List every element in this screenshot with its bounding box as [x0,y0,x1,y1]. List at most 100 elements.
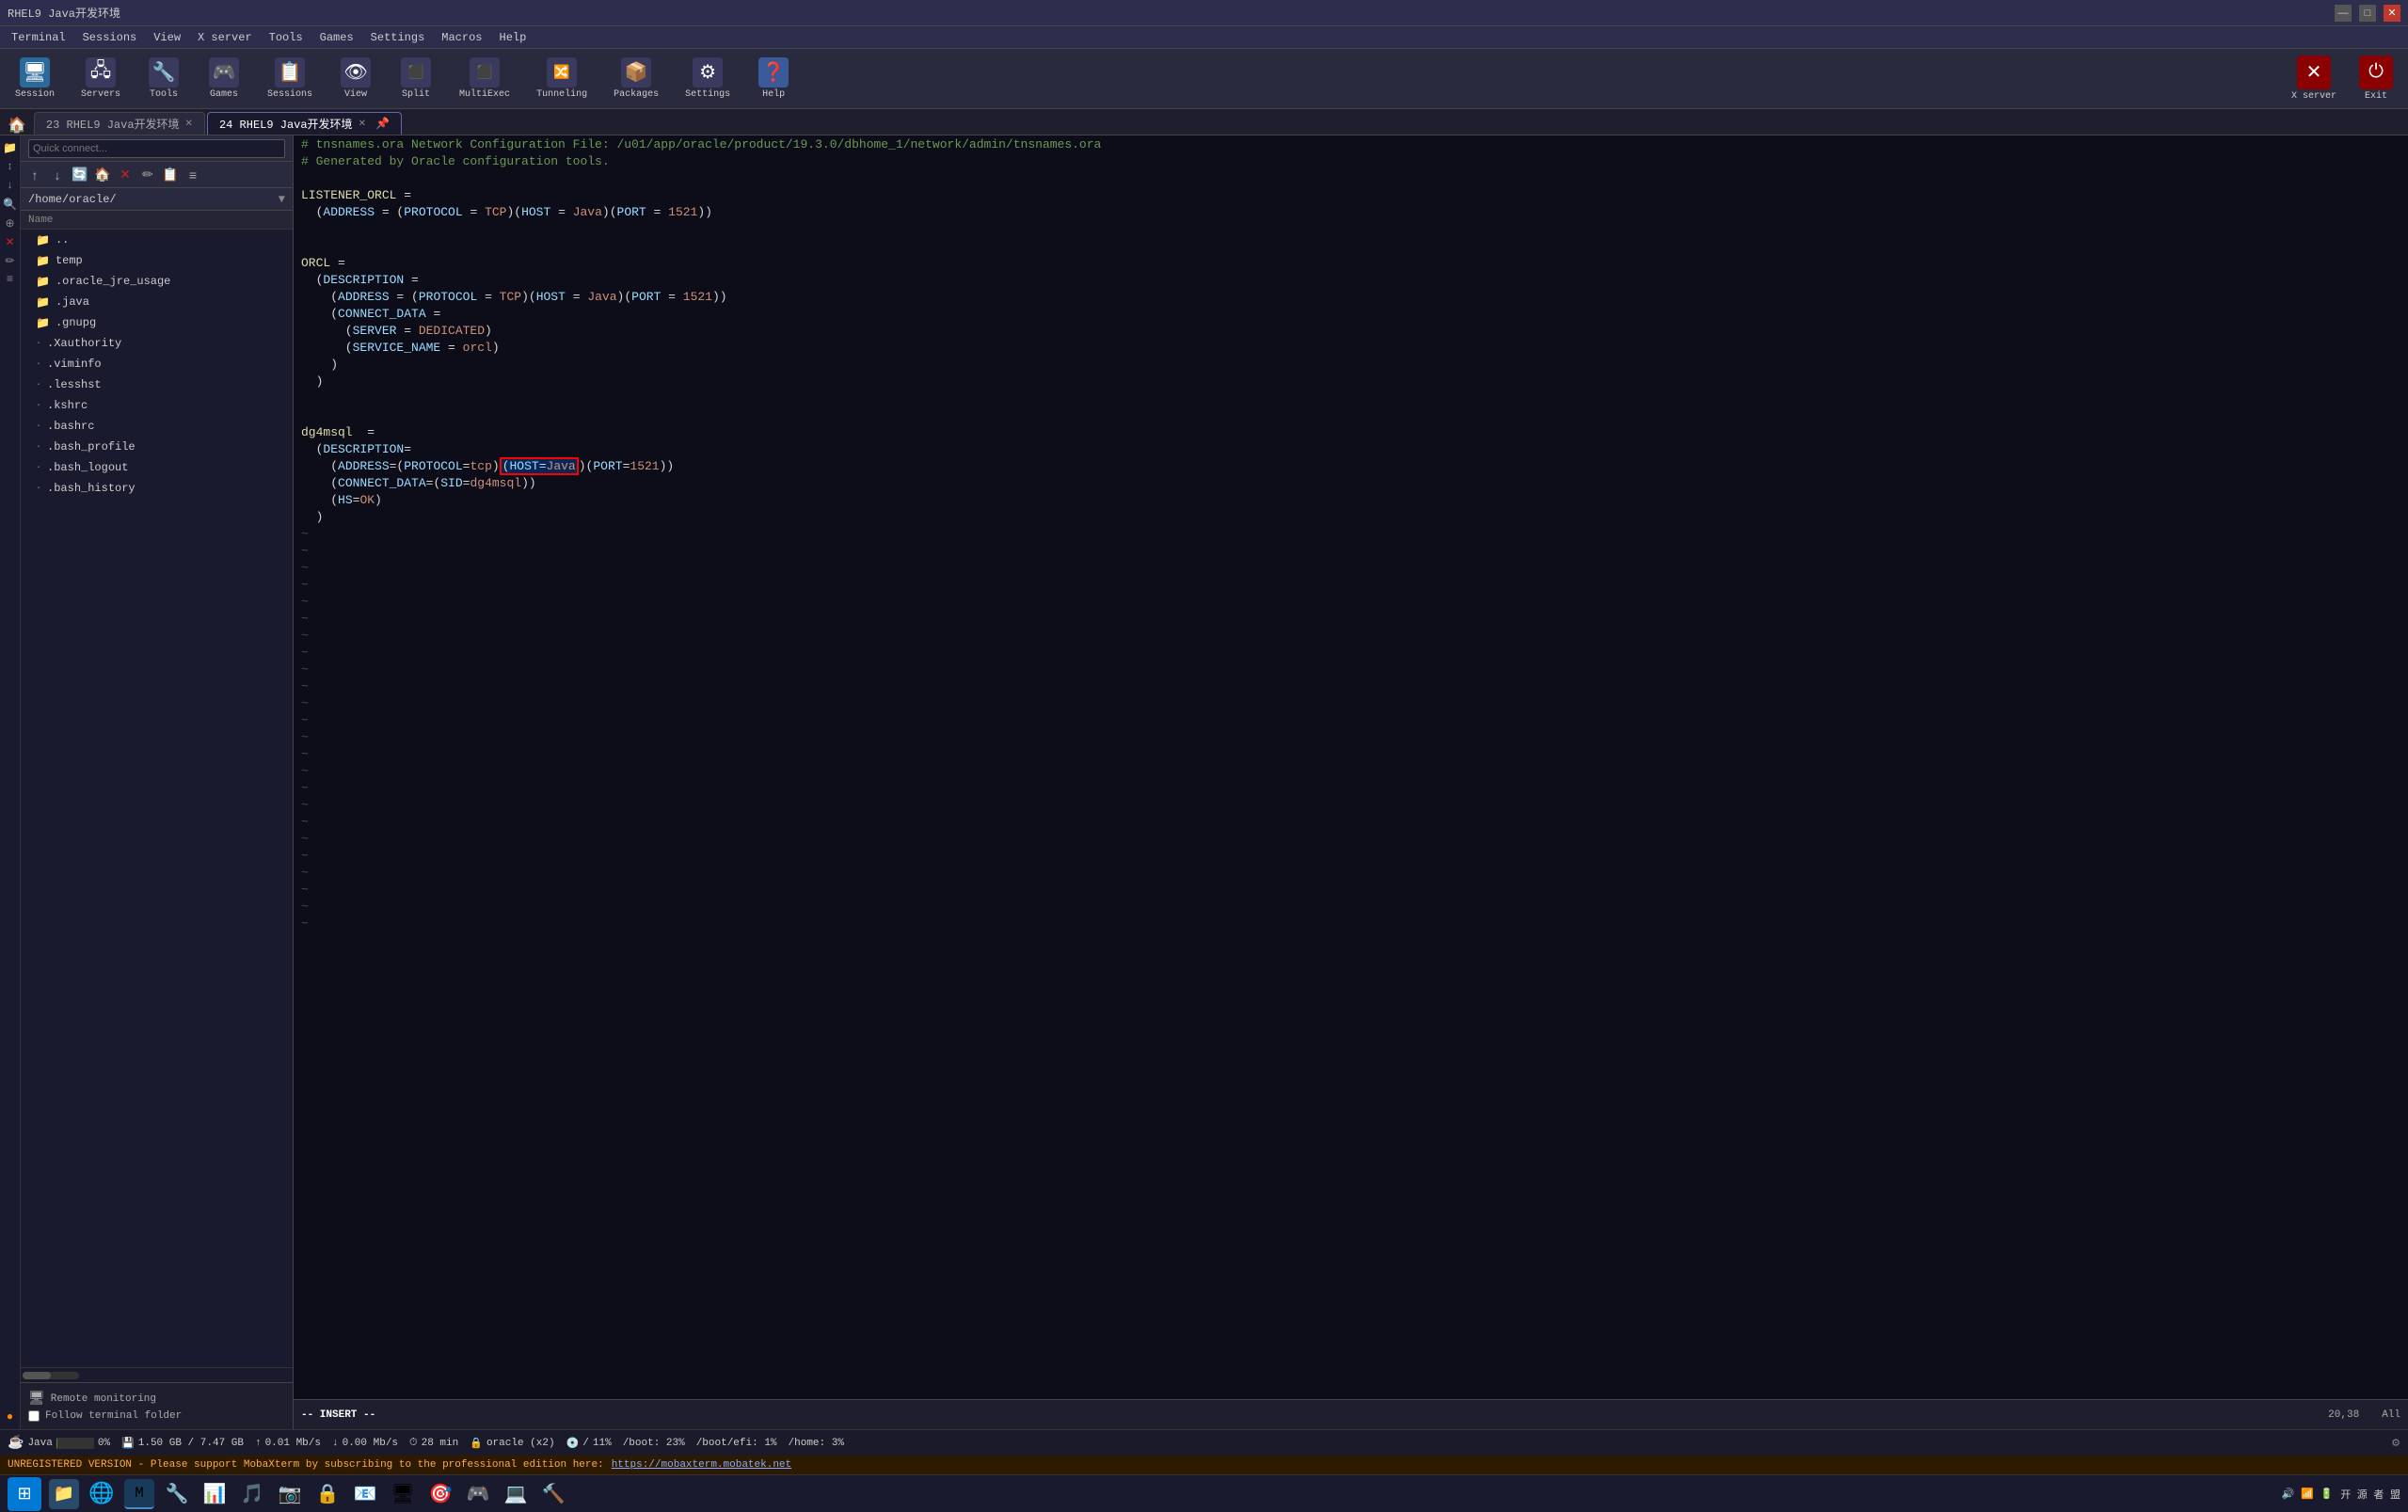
code-tilde-12: ~ [294,711,2408,728]
file-item-viminfo[interactable]: · .viminfo [21,354,293,374]
editor-area[interactable]: # tnsnames.ora Network Configuration Fil… [294,135,2408,1429]
tool-split[interactable]: ⬛ Split [391,54,440,103]
h-scrollbar-thumb[interactable] [23,1372,51,1379]
follow-terminal-item[interactable]: Follow terminal folder [28,1410,285,1422]
sidebar-path: /home/oracle/ ▼ [21,188,293,211]
file-item-bashrc[interactable]: · .bashrc [21,416,293,437]
comment-line-1: # tnsnames.ora Network Configuration Fil… [301,137,1101,151]
quick-connect-input[interactable] [28,139,285,158]
close-button[interactable]: ✕ [2384,5,2400,22]
menu-help[interactable]: Help [492,29,534,46]
sidebar-btn-8[interactable]: ≡ [183,165,203,185]
tab-23-close[interactable]: ✕ [185,119,193,130]
path-dropdown-icon[interactable]: ▼ [279,193,285,206]
left-icon-8[interactable]: ≡ [2,271,19,288]
sidebar-btn-5[interactable]: ✕ [115,165,136,185]
file-item-dotdot[interactable]: 📁 .. [21,230,293,250]
tool-packages[interactable]: 📦 Packages [606,54,666,103]
tunneling-label: Tunneling [536,89,587,100]
tool-tools[interactable]: 🔧 Tools [139,54,188,103]
code-tilde-5: ~ [294,593,2408,610]
tool-servers[interactable]: 🖧 Servers [73,54,128,103]
file-item-lesshst[interactable]: · .lesshst [21,374,293,395]
left-icon-7[interactable]: ✏ [2,252,19,269]
tool-view[interactable]: 👁 View [331,54,380,103]
sidebar-btn-7[interactable]: 📋 [160,165,181,185]
left-icon-active[interactable]: ● [2,1409,19,1425]
split-label: Split [402,89,430,100]
editor-mode: -- INSERT -- [301,1409,375,1421]
left-icon-4[interactable]: 🔍 [2,196,19,213]
menu-terminal[interactable]: Terminal [4,29,73,46]
tool-games[interactable]: 🎮 Games [199,54,248,103]
code-tilde-23: ~ [294,898,2408,915]
file-item-xauthority[interactable]: · .Xauthority [21,333,293,354]
tool-help[interactable]: ❓ Help [749,54,798,103]
tool-exit[interactable]: ⏻ Exit [2352,52,2400,105]
start-button[interactable]: ⊞ [8,1477,41,1511]
left-icon-6[interactable]: ✕ [2,233,19,250]
remote-monitoring-item[interactable]: 🖥 Remote monitoring [28,1391,285,1407]
status-right: 20,38 All [2328,1409,2400,1421]
code-tilde-17: ~ [294,796,2408,813]
sidebar-btn-2[interactable]: ↓ [47,165,68,185]
help-label: Help [762,89,785,100]
menu-xserver[interactable]: X server [190,29,260,46]
folder-icon: 📁 [36,275,50,289]
sidebar-btn-6[interactable]: ✏ [137,165,158,185]
file-item-bash-history[interactable]: · .bash_history [21,478,293,499]
sidebar-btn-4[interactable]: 🏠 [92,165,113,185]
tab-pin-icon[interactable]: 📌 [375,117,390,131]
tool-session[interactable]: 🖥 Session [8,54,62,103]
tool-sessions[interactable]: 📋 Sessions [260,54,320,103]
left-icon-1[interactable]: 📁 [2,139,19,156]
sidebar-btn-1[interactable]: ↑ [24,165,45,185]
file-item-temp[interactable]: 📁 temp [21,250,293,271]
menu-games[interactable]: Games [312,29,361,46]
sidebar-btn-3[interactable]: 🔄 [70,165,90,185]
left-icon-3[interactable]: ↓ [2,177,19,194]
file-item-java[interactable]: 📁 .java [21,292,293,312]
tab-session-23[interactable]: 23 RHEL9 Java开发环境 ✕ [34,112,205,135]
tool-tunneling[interactable]: 🔀 Tunneling [529,54,595,103]
left-icon-5[interactable]: ⊕ [2,215,19,231]
file-item-oracle-jre[interactable]: 📁 .oracle_jre_usage [21,271,293,292]
left-icon-2[interactable]: ↕ [2,158,19,175]
menu-tools[interactable]: Tools [262,29,311,46]
file-item-bash-profile[interactable]: · .bash_profile [21,437,293,457]
follow-terminal-checkbox[interactable] [28,1410,40,1422]
file-name: .bashrc [47,420,94,433]
java-label: Java [27,1438,52,1449]
unregistered-link[interactable]: https://mobaxterm.mobatek.net [612,1459,791,1471]
minimize-button[interactable]: — [2335,5,2352,22]
menu-sessions[interactable]: Sessions [75,29,145,46]
maximize-button[interactable]: □ [2359,5,2376,22]
time-indicator: ⏱ 28 min [409,1438,458,1449]
bottom-status-bar: UNREGISTERED VERSION - Please support Mo… [0,1456,2408,1474]
menu-settings[interactable]: Settings [363,29,433,46]
code-line-15: ) [294,373,2408,390]
file-item-gnupg[interactable]: 📁 .gnupg [21,312,293,333]
session-label: Session [15,89,55,100]
window-controls[interactable]: — □ ✕ [2335,5,2400,22]
oracle-icon: 🔒 [470,1437,483,1450]
menu-macros[interactable]: Macros [434,29,489,46]
tab-session-24[interactable]: 24 RHEL9 Java开发环境 ✕ 📌 [207,112,402,135]
file-name: .lesshst [47,378,102,391]
code-line-21: (CONNECT_DATA=(SID=dg4msql)) [294,474,2408,491]
tools-icon: 🔧 [149,57,179,88]
upload-label: 0.01 Mb/s [265,1438,321,1449]
file-item-kshrc[interactable]: · .kshrc [21,395,293,416]
file-item-bash-logout[interactable]: · .bash_logout [21,457,293,478]
settings-icon-bt[interactable]: ⚙ [2391,1439,2400,1450]
code-line-9: (DESCRIPTION = [294,271,2408,288]
tool-xserver[interactable]: ✕ X server [2284,52,2344,105]
tab-24-close[interactable]: ✕ [359,119,366,130]
menu-view[interactable]: View [146,29,188,46]
tab-home-icon[interactable]: 🏠 [8,116,26,135]
main-layout: 📁 ↕ ↓ 🔍 ⊕ ✕ ✏ ≡ ● ↑ ↓ 🔄 🏠 ✕ ✏ 📋 ≡ /home/… [0,135,2408,1429]
code-line-18: dg4msql = [294,423,2408,440]
tool-settings[interactable]: ⚙ Settings [678,54,738,103]
editor-content[interactable]: # tnsnames.ora Network Configuration Fil… [294,135,2408,1399]
tool-multiexec[interactable]: ⬛ MultiExec [452,54,518,103]
